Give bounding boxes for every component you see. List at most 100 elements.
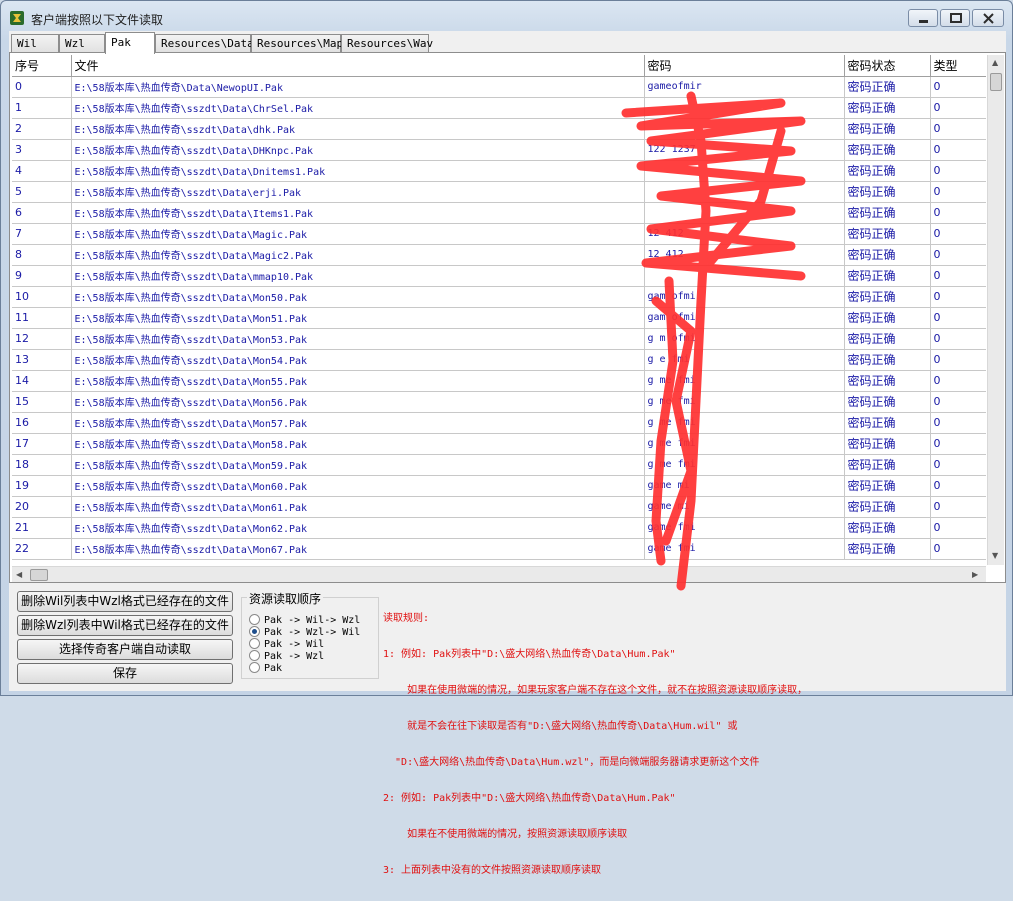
- header-index[interactable]: 序号: [12, 55, 72, 77]
- header-type[interactable]: 类型: [930, 55, 986, 77]
- table-row[interactable]: 9 E:\58版本库\热血传奇\sszdt\Data\mmap10.Pak 密码正确…: [12, 265, 986, 287]
- cell-password-status: 密码正确: [844, 349, 931, 371]
- table-row[interactable]: 5 E:\58版本库\热血传奇\sszdt\Data\erji.Pak 密码正确 0: [12, 181, 986, 203]
- header-password-status[interactable]: 密码状态: [844, 55, 931, 77]
- tab-pak[interactable]: Pak: [105, 32, 155, 54]
- delete-wzl-duplicates-button[interactable]: 删除Wzl列表中Wil格式已经存在的文件: [17, 615, 233, 636]
- cell-password: [644, 160, 845, 182]
- close-button[interactable]: [972, 9, 1004, 27]
- cell-file: E:\58版本库\热血传奇\sszdt\Data\Mon53.Pak: [71, 328, 645, 350]
- radio-order-3[interactable]: Pak -> Wzl: [249, 650, 324, 662]
- table-row[interactable]: 13 E:\58版本库\热血传奇\sszdt\Data\Mon54.Pak g e …: [12, 349, 986, 371]
- minimize-icon: [919, 20, 928, 23]
- cell-file: E:\58版本库\热血传奇\sszdt\Data\Mon58.Pak: [71, 433, 645, 455]
- table-row[interactable]: 6 E:\58版本库\热血传奇\sszdt\Data\Items1.Pak 密码正确…: [12, 202, 986, 224]
- header-password[interactable]: 密码: [644, 55, 845, 77]
- cell-file: E:\58版本库\热血传奇\sszdt\Data\ChrSel.Pak: [71, 97, 645, 119]
- scroll-down-icon[interactable]: ▼: [992, 551, 998, 561]
- cell-password-status: 密码正确: [844, 202, 931, 224]
- cell-file: E:\58版本库\热血传奇\sszdt\Data\Mon50.Pak: [71, 286, 645, 308]
- table-row[interactable]: 3 E:\58版本库\热血传奇\sszdt\Data\DHKnpc.Pak 122 …: [12, 139, 986, 161]
- cell-file: E:\58版本库\热血传奇\sszdt\Data\Mon55.Pak: [71, 370, 645, 392]
- scroll-up-icon[interactable]: ▲: [992, 58, 998, 68]
- file-grid[interactable]: 序号 文件 密码 密码状态 类型 0 E:\58版本库\热血传奇\Data\New…: [12, 55, 986, 565]
- cell-password: g me fmi: [644, 454, 845, 476]
- radio-order-2[interactable]: Pak -> Wil: [249, 638, 324, 650]
- table-row[interactable]: 14 E:\58版本库\热血传奇\sszdt\Data\Mon55.Pak g me…: [12, 370, 986, 392]
- header-file[interactable]: 文件: [71, 55, 645, 77]
- cell-type: 0: [930, 475, 986, 497]
- table-row[interactable]: 18 E:\58版本库\热血传奇\sszdt\Data\Mon59.Pak g me…: [12, 454, 986, 476]
- cell-password: g me fmi: [644, 370, 845, 392]
- cell-type: 0: [930, 244, 986, 266]
- table-row[interactable]: 19 E:\58版本库\热血传奇\sszdt\Data\Mon60.Pak game…: [12, 475, 986, 497]
- cell-file: E:\58版本库\热血传奇\sszdt\Data\erji.Pak: [71, 181, 645, 203]
- delete-wil-duplicates-button[interactable]: 删除Wil列表中Wzl格式已经存在的文件: [17, 591, 233, 612]
- table-row[interactable]: 20 E:\58版本库\热血传奇\sszdt\Data\Mon61.Pak game…: [12, 496, 986, 518]
- horizontal-scroll-thumb[interactable]: [30, 569, 48, 581]
- rules-line: 3: 上面列表中没有的文件按照资源读取顺序读取: [383, 865, 602, 876]
- tab-resources-data[interactable]: Resources\Data: [155, 34, 254, 52]
- cell-file: E:\58版本库\热血传奇\sszdt\Data\Mon60.Pak: [71, 475, 645, 497]
- cell-password: gam ofmi: [644, 307, 845, 329]
- cell-password-status: 密码正确: [844, 307, 931, 329]
- rules-line: 如果在使用微端的情况，如果玩家客户端不存在这个文件，就不在按照资源读取顺序读取，: [383, 685, 808, 696]
- radio-button-icon[interactable]: [249, 638, 260, 649]
- maximize-icon: [950, 13, 962, 23]
- cell-file: E:\58版本库\热血传奇\sszdt\Data\Mon62.Pak: [71, 517, 645, 539]
- table-row[interactable]: 21 E:\58版本库\热血传奇\sszdt\Data\Mon62.Pak game…: [12, 517, 986, 539]
- table-row[interactable]: 11 E:\58版本库\热血传奇\sszdt\Data\Mon51.Pak gam …: [12, 307, 986, 329]
- table-row[interactable]: 2 E:\58版本库\热血传奇\sszdt\Data\dhk.Pak 密码正确 0: [12, 118, 986, 140]
- scroll-left-icon[interactable]: ◀: [16, 570, 22, 580]
- cell-file: E:\58版本库\热血传奇\sszdt\Data\Mon57.Pak: [71, 412, 645, 434]
- radio-order-1[interactable]: Pak -> Wzl-> Wil: [249, 626, 360, 638]
- radio-button-icon[interactable]: [249, 614, 260, 625]
- tab-wzl[interactable]: Wzl: [59, 34, 105, 52]
- tab-resources-map[interactable]: Resources\Map: [251, 34, 343, 52]
- cell-password-status: 密码正确: [844, 181, 931, 203]
- table-row[interactable]: 1 E:\58版本库\热血传奇\sszdt\Data\ChrSel.Pak 密码正确…: [12, 97, 986, 119]
- cell-password-status: 密码正确: [844, 496, 931, 518]
- maximize-button[interactable]: [940, 9, 970, 27]
- cell-file: E:\58版本库\热血传奇\sszdt\Data\dhk.Pak: [71, 118, 645, 140]
- minimize-button[interactable]: [908, 9, 938, 27]
- table-row[interactable]: 12 E:\58版本库\热血传奇\sszdt\Data\Mon53.Pak g m …: [12, 328, 986, 350]
- cell-password: game mi: [644, 496, 845, 518]
- close-icon: [983, 13, 994, 24]
- vertical-scroll-thumb[interactable]: [990, 73, 1002, 91]
- table-row[interactable]: 0 E:\58版本库\热血传奇\Data\NewopUI.Pak gameofmir…: [12, 76, 986, 98]
- cell-password: [644, 202, 845, 224]
- radio-button-icon[interactable]: [249, 662, 260, 673]
- cell-password-status: 密码正确: [844, 97, 931, 119]
- cell-file: E:\58版本库\热血传奇\sszdt\Data\Dnitems1.Pak: [71, 160, 645, 182]
- table-row[interactable]: 8 E:\58版本库\热血传奇\sszdt\Data\Magic2.Pak 12 4…: [12, 244, 986, 266]
- radio-order-0[interactable]: Pak -> Wil-> Wzl: [249, 614, 360, 626]
- title-bar[interactable]: 客户端按照以下文件读取: [1, 1, 1012, 31]
- tab-resources-wav[interactable]: Resources\Wav: [341, 34, 433, 52]
- table-row[interactable]: 10 E:\58版本库\热血传奇\sszdt\Data\Mon50.Pak gam …: [12, 286, 986, 308]
- horizontal-scrollbar[interactable]: ◀ ▶: [12, 566, 986, 582]
- table-row[interactable]: 17 E:\58版本库\热血传奇\sszdt\Data\Mon58.Pak g me…: [12, 433, 986, 455]
- scroll-right-icon[interactable]: ▶: [972, 570, 978, 580]
- radio-button-icon[interactable]: [249, 650, 260, 661]
- cell-password: [644, 265, 845, 287]
- radio-button-icon[interactable]: [249, 626, 260, 637]
- table-row[interactable]: 16 E:\58版本库\热血传奇\sszdt\Data\Mon57.Pak g me…: [12, 412, 986, 434]
- radio-order-4[interactable]: Pak: [249, 662, 282, 674]
- table-row[interactable]: 22 E:\58版本库\热血传奇\sszdt\Data\Mon67.Pak game…: [12, 538, 986, 560]
- vertical-scrollbar[interactable]: ▲ ▼: [987, 55, 1004, 565]
- app-icon: [10, 11, 24, 25]
- tab-wil[interactable]: Wil: [11, 34, 59, 52]
- save-button[interactable]: 保存: [17, 663, 233, 684]
- table-row[interactable]: 4 E:\58版本库\热血传奇\sszdt\Data\Dnitems1.Pak 密码…: [12, 160, 986, 182]
- cell-type: 0: [930, 118, 986, 140]
- table-row[interactable]: 15 E:\58版本库\热血传奇\sszdt\Data\Mon56.Pak g me…: [12, 391, 986, 413]
- cell-index: 6: [12, 202, 72, 224]
- cell-password-status: 密码正确: [844, 475, 931, 497]
- auto-read-client-button[interactable]: 选择传奇客户端自动读取: [17, 639, 233, 660]
- cell-file: E:\58版本库\热血传奇\sszdt\Data\Mon67.Pak: [71, 538, 645, 560]
- table-row[interactable]: 7 E:\58版本库\热血传奇\sszdt\Data\Magic.Pak 12 41…: [12, 223, 986, 245]
- cell-index: 15: [12, 391, 72, 413]
- cell-password-status: 密码正确: [844, 412, 931, 434]
- cell-password-status: 密码正确: [844, 538, 931, 560]
